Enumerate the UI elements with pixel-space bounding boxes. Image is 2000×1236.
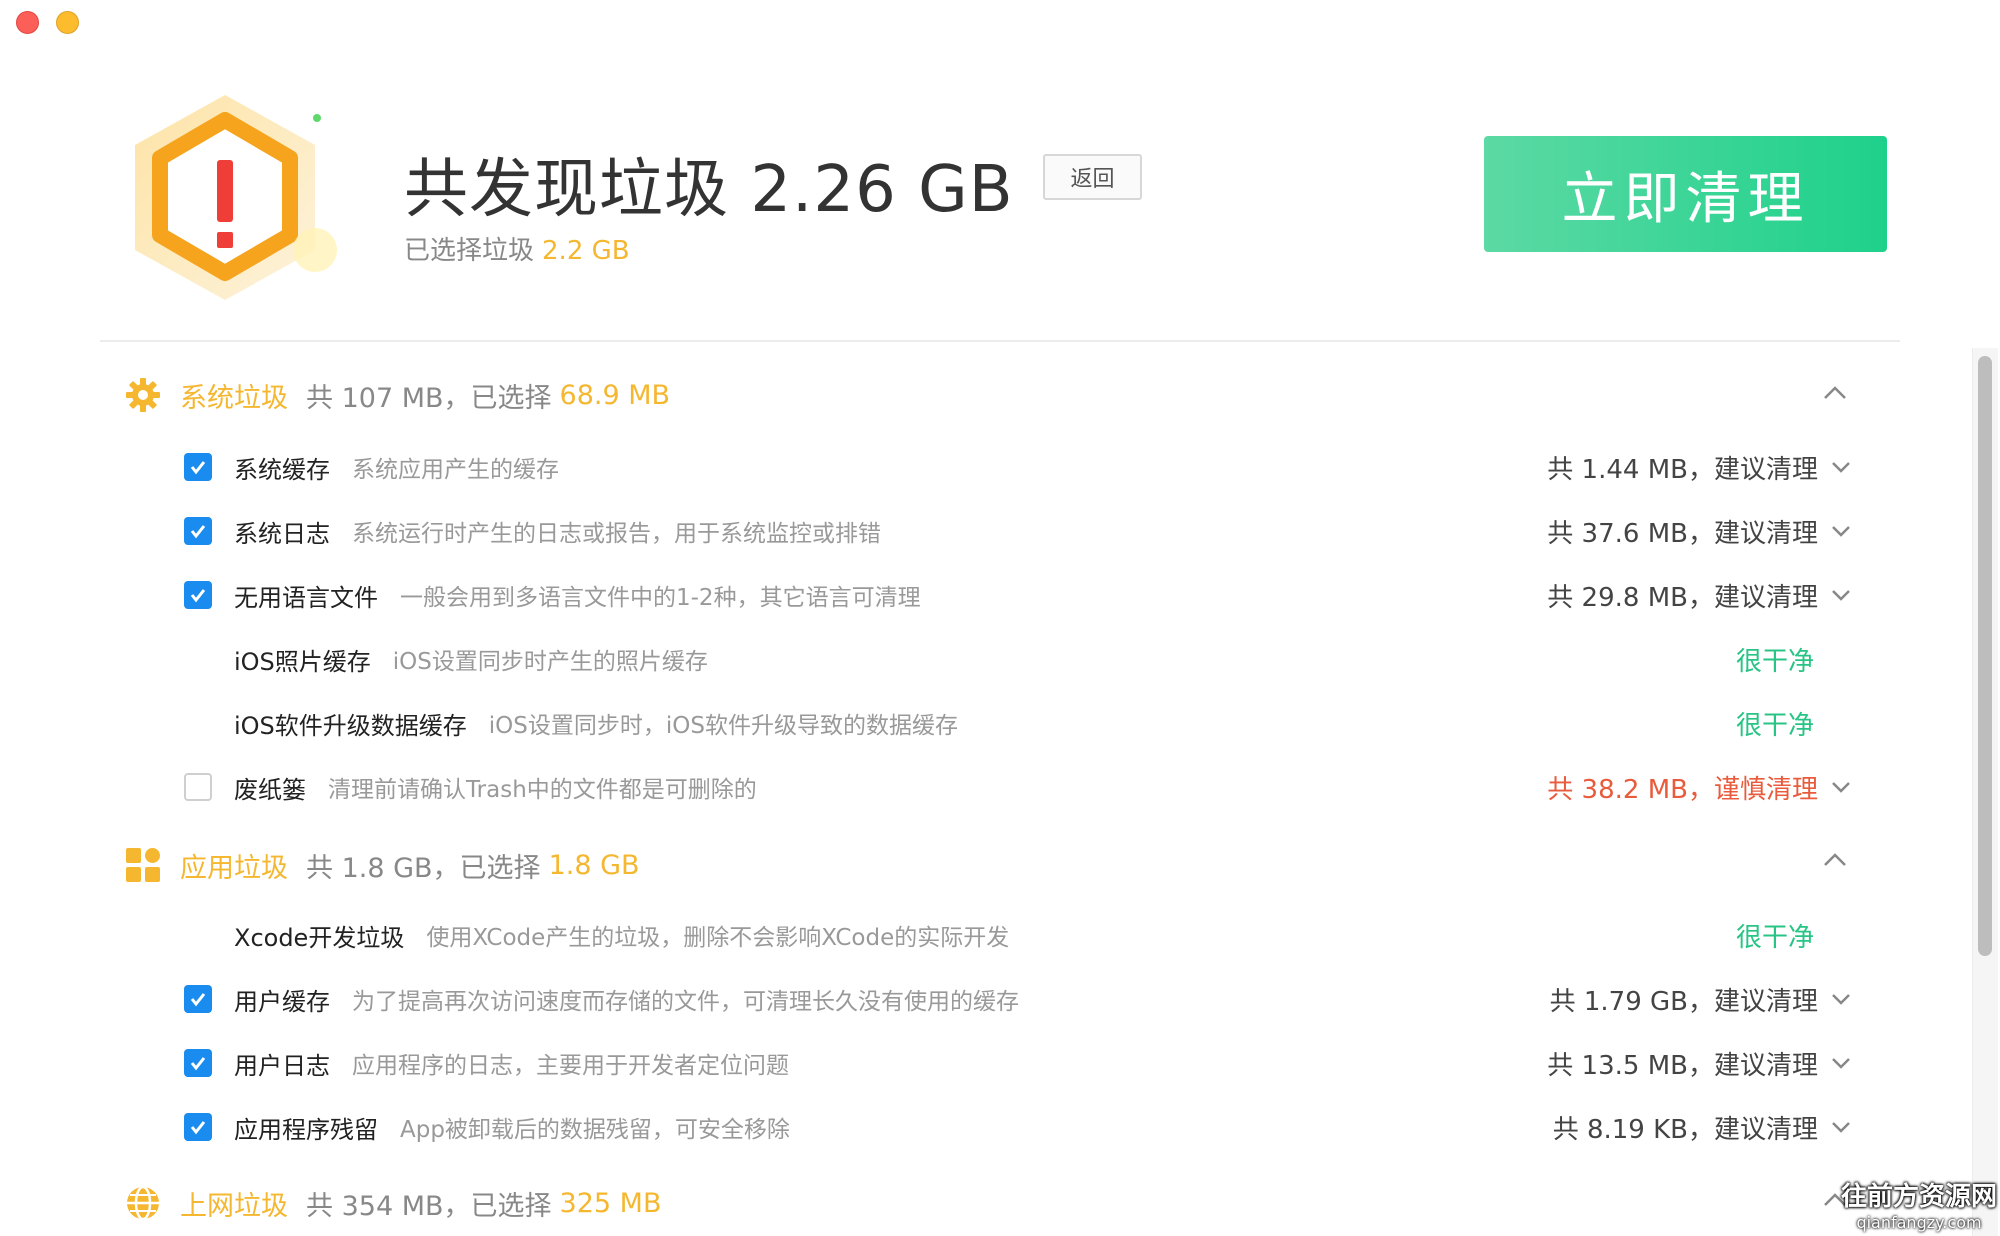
item-status-text: 共 1.79 GB，建议清理: [1549, 986, 1818, 1017]
checkbox-checked[interactable]: [184, 581, 212, 609]
chevron-down-icon[interactable]: [1828, 774, 1854, 800]
section-selected: 1.8 GB: [548, 849, 640, 881]
check-icon: [190, 1057, 206, 1071]
list-item-trash: 废纸篓 清理前请确认Trash中的文件都是可删除的 共 38.2 MB，谨慎清理: [184, 762, 1854, 812]
list-item-xcode: Xcode开发垃圾 使用XCode产生的垃圾，删除不会影响XCode的实际开发 …: [184, 910, 1854, 960]
chevron-down-icon[interactable]: [1828, 454, 1854, 480]
checkbox-checked[interactable]: [184, 453, 212, 481]
check-icon: [190, 525, 206, 539]
item-status[interactable]: 共 37.6 MB，建议清理: [1547, 506, 1854, 556]
item-name: 应用程序残留: [234, 1115, 378, 1144]
check-icon: [190, 1121, 206, 1135]
list-item-app-leftover: 应用程序残留 App被卸载后的数据残留，可安全移除 共 8.19 KB，建议清理: [184, 1102, 1854, 1152]
item-status-text: 共 37.6 MB，建议清理: [1547, 518, 1818, 549]
list-item-system-cache: 系统缓存 系统应用产生的缓存 共 1.44 MB，建议清理: [184, 442, 1854, 492]
item-name: Xcode开发垃圾: [234, 923, 405, 952]
minimize-window-button[interactable]: [56, 11, 79, 34]
globe-icon: [127, 1185, 159, 1221]
section-header-system: 系统垃圾 共 107 MB，已选择 68.9 MB: [124, 370, 670, 420]
item-status-text: 共 13.5 MB，建议清理: [1547, 1050, 1818, 1081]
chevron-down-icon[interactable]: [1828, 582, 1854, 608]
item-description: iOS设置同步时，iOS软件升级导致的数据缓存: [488, 713, 958, 739]
section-summary: 共 107 MB，已选择: [306, 382, 552, 414]
checkbox-checked[interactable]: [184, 517, 212, 545]
section-selected: 68.9 MB: [559, 379, 671, 411]
item-description: 使用XCode产生的垃圾，删除不会影响XCode的实际开发: [426, 925, 1010, 951]
item-status[interactable]: 共 29.8 MB，建议清理: [1547, 570, 1854, 620]
section-header-apps: 应用垃圾 共 1.8 GB，已选择 1.8 GB: [124, 840, 640, 890]
back-button[interactable]: 返回: [1043, 154, 1142, 200]
apps-grid-icon: [126, 848, 160, 882]
item-status-text: 共 1.44 MB，建议清理: [1547, 454, 1818, 485]
item-status[interactable]: 共 1.44 MB，建议清理: [1547, 442, 1854, 492]
item-name: 用户缓存: [234, 987, 330, 1016]
scrollbar-thumb[interactable]: [1978, 356, 1992, 956]
item-name: iOS软件升级数据缓存: [234, 711, 467, 740]
chevron-up-icon[interactable]: [1820, 378, 1850, 408]
item-status-clean: 很干净: [1735, 646, 1814, 677]
item-description: 应用程序的日志，主要用于开发者定位问题: [352, 1053, 789, 1079]
list-item-ios-upgrade-cache: iOS软件升级数据缓存 iOS设置同步时，iOS软件升级导致的数据缓存 很干净: [184, 698, 1854, 748]
selected-label: 已选择垃圾: [404, 236, 535, 266]
warning-hexagon-icon: [135, 95, 337, 300]
section-summary: 共 1.8 GB，已选择: [306, 852, 541, 884]
section-summary: 共 354 MB，已选择: [306, 1190, 552, 1222]
item-status-text: 共 29.8 MB，建议清理: [1547, 582, 1818, 613]
chevron-down-icon[interactable]: [1828, 986, 1854, 1012]
item-status[interactable]: 共 13.5 MB，建议清理: [1547, 1038, 1854, 1088]
checkbox-unchecked[interactable]: [184, 773, 212, 801]
item-status-clean: 很干净: [1735, 922, 1814, 953]
item-description: iOS设置同步时产生的照片缓存: [392, 649, 708, 675]
item-name: 系统日志: [234, 519, 330, 548]
list-item-user-cache: 用户缓存 为了提高再次访问速度而存储的文件，可清理长久没有使用的缓存 共 1.7…: [184, 974, 1854, 1024]
item-status-clean: 很干净: [1735, 710, 1814, 741]
item-status[interactable]: 共 1.79 GB，建议清理: [1550, 974, 1854, 1024]
section-selected: 325 MB: [559, 1187, 662, 1219]
watermark-line2: qianfangzy.com: [1856, 1213, 1982, 1232]
chevron-down-icon[interactable]: [1828, 1050, 1854, 1076]
section-title: 系统垃圾: [180, 382, 288, 414]
gear-icon: [126, 378, 160, 412]
item-description: 系统运行时产生的日志或报告，用于系统监控或排错: [352, 521, 881, 547]
title-bar: [0, 0, 2000, 44]
item-name: 废纸篓: [234, 775, 306, 804]
chevron-up-icon[interactable]: [1820, 845, 1850, 875]
watermark: 往前方资源网 qianfangzy.com: [1838, 1176, 2000, 1236]
selected-summary: 已选择垃圾 2.2 GB: [404, 230, 630, 267]
list-item-ios-photo-cache: iOS照片缓存 iOS设置同步时产生的照片缓存 很干净: [184, 634, 1854, 684]
chevron-down-icon[interactable]: [1828, 518, 1854, 544]
clean-now-button[interactable]: 立即清理: [1484, 136, 1887, 252]
section-title: 上网垃圾: [180, 1190, 288, 1222]
item-description: 系统应用产生的缓存: [352, 457, 559, 483]
section-header-internet: 上网垃圾 共 354 MB，已选择 325 MB: [124, 1178, 661, 1228]
item-description: App被卸载后的数据残留，可安全移除: [400, 1117, 790, 1143]
section-title: 应用垃圾: [180, 852, 288, 884]
close-window-button[interactable]: [16, 11, 39, 34]
item-status-text: 共 38.2 MB，谨慎清理: [1547, 774, 1818, 805]
check-icon: [190, 589, 206, 603]
page-title: 共发现垃圾 2.26 GB: [404, 153, 1014, 227]
item-status-text: 共 8.19 KB，建议清理: [1552, 1114, 1818, 1145]
check-icon: [190, 461, 206, 475]
list-item-system-log: 系统日志 系统运行时产生的日志或报告，用于系统监控或排错 共 37.6 MB，建…: [184, 506, 1854, 556]
watermark-line1: 往前方资源网: [1840, 1182, 1997, 1212]
selected-value: 2.2 GB: [542, 236, 630, 266]
item-description: 清理前请确认Trash中的文件都是可删除的: [328, 777, 757, 803]
list-item-user-log: 用户日志 应用程序的日志，主要用于开发者定位问题 共 13.5 MB，建议清理: [184, 1038, 1854, 1088]
item-description: 一般会用到多语言文件中的1-2种，其它语言可清理: [400, 585, 921, 611]
chevron-down-icon[interactable]: [1828, 1114, 1854, 1140]
item-name: 无用语言文件: [234, 583, 378, 612]
item-status[interactable]: 共 8.19 KB，建议清理: [1553, 1102, 1854, 1152]
checkbox-checked[interactable]: [184, 985, 212, 1013]
checkbox-checked[interactable]: [184, 1113, 212, 1141]
item-name: iOS照片缓存: [234, 647, 371, 676]
check-icon: [190, 993, 206, 1007]
checkbox-checked[interactable]: [184, 1049, 212, 1077]
item-name: 用户日志: [234, 1051, 330, 1080]
item-status[interactable]: 共 38.2 MB，谨慎清理: [1547, 762, 1854, 812]
list-item-unused-language: 无用语言文件 一般会用到多语言文件中的1-2种，其它语言可清理 共 29.8 M…: [184, 570, 1854, 620]
header-divider: [100, 340, 1900, 342]
item-name: 系统缓存: [234, 455, 330, 484]
item-description: 为了提高再次访问速度而存储的文件，可清理长久没有使用的缓存: [352, 989, 1019, 1015]
